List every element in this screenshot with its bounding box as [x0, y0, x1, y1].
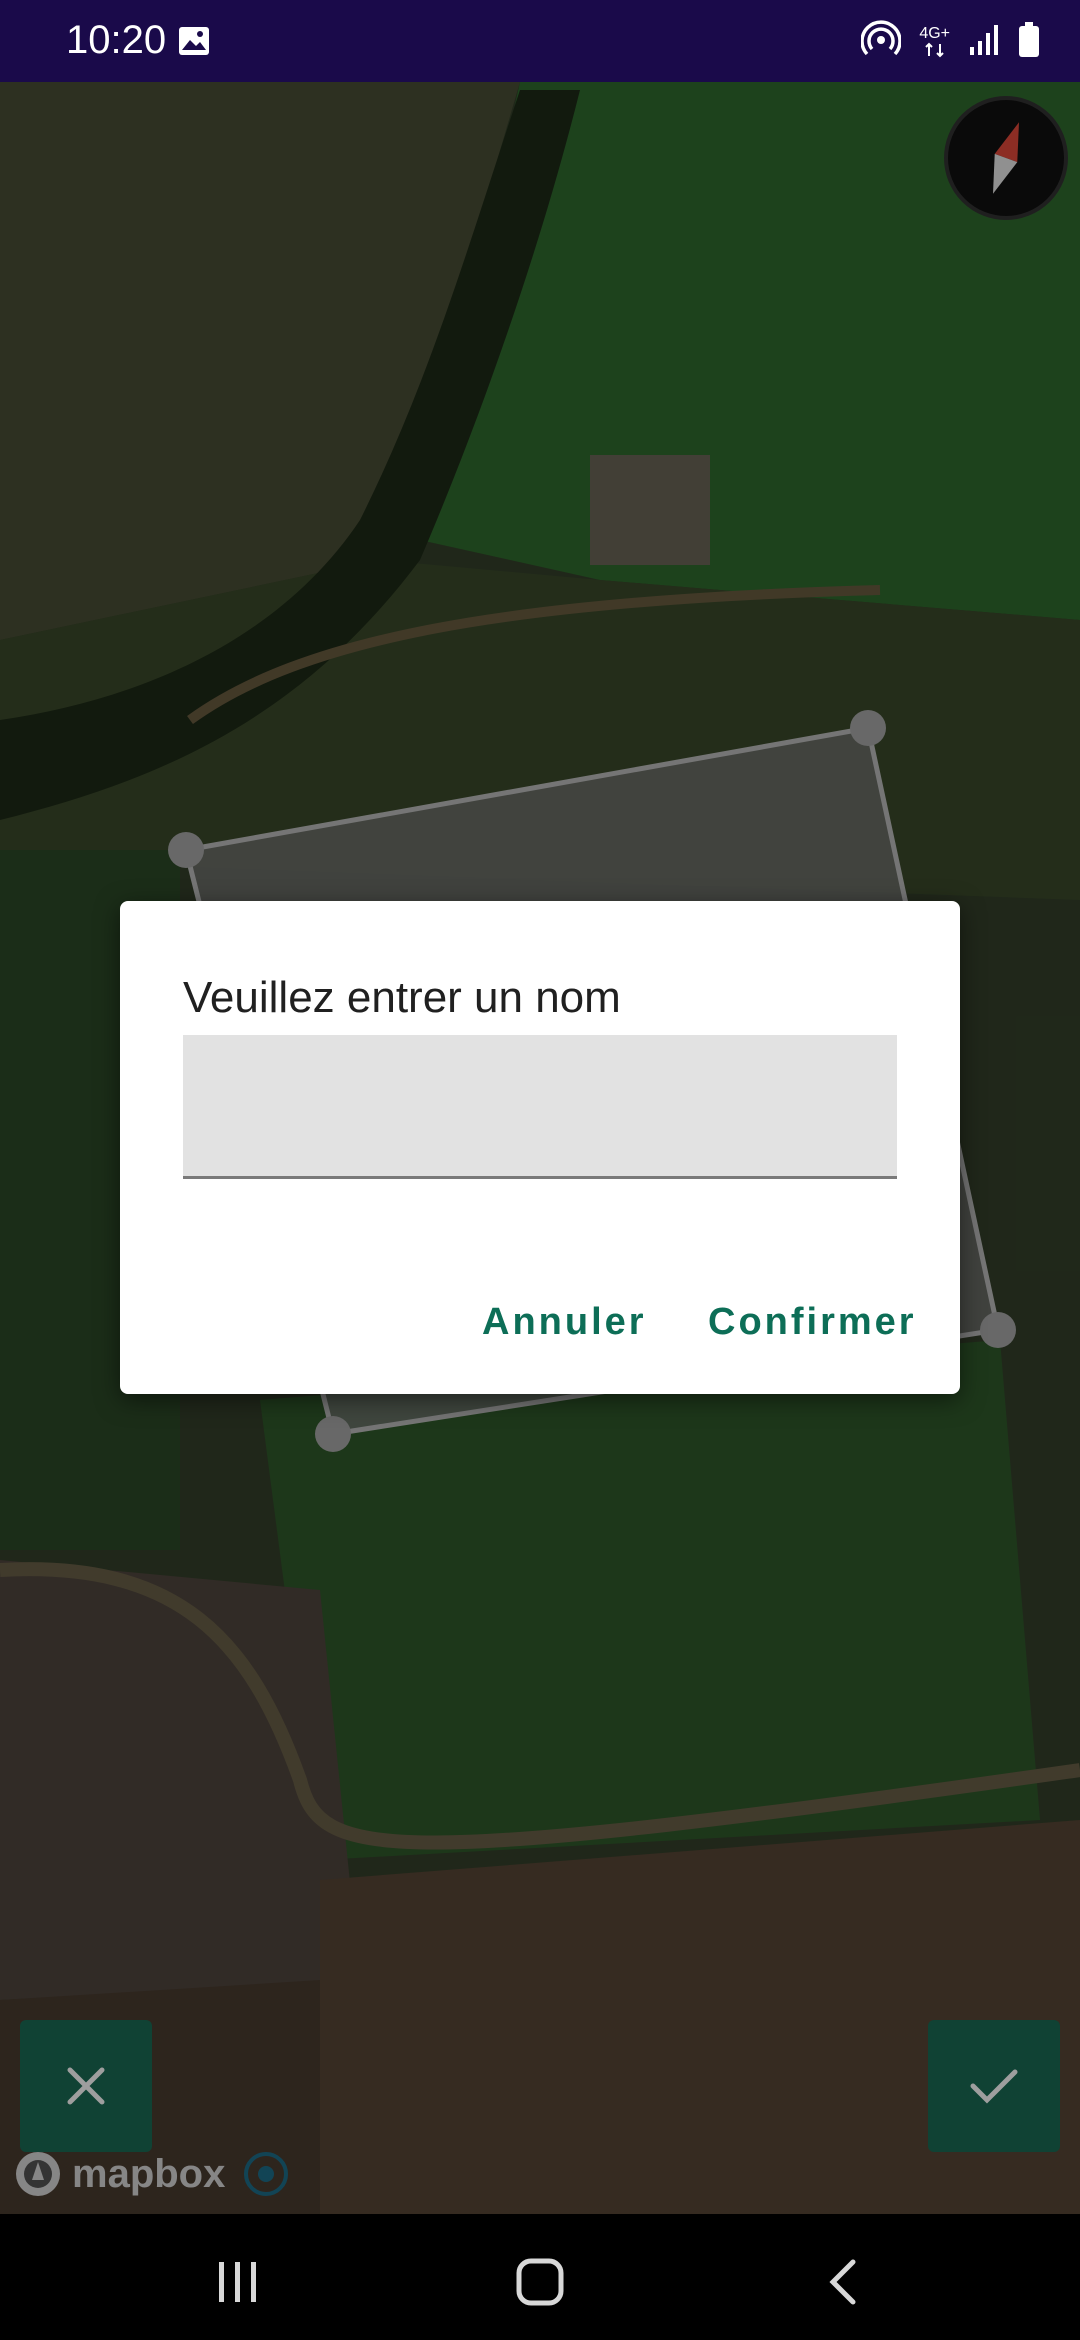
network-indicator: 4G+: [919, 26, 950, 58]
dialog-title: Veuillez entrer un nom: [183, 973, 621, 1022]
back-button[interactable]: [812, 2252, 872, 2312]
status-time: 10:20: [66, 18, 167, 62]
image-icon: [178, 26, 210, 60]
navigation-bar: [0, 2214, 1080, 2340]
name-input[interactable]: [183, 1035, 897, 1179]
network-label: 4G+: [919, 25, 950, 42]
home-icon: [516, 2258, 564, 2306]
name-dialog: Veuillez entrer un nom Annuler Confirmer: [120, 901, 960, 1394]
recents-icon: [219, 2262, 256, 2302]
signal-icon: [968, 23, 1000, 61]
battery-icon: [1018, 22, 1040, 62]
home-button[interactable]: [510, 2252, 570, 2312]
status-bar: 10:20 4G+: [0, 0, 1080, 82]
back-icon: [829, 2259, 856, 2305]
cancel-button[interactable]: Annuler: [482, 1301, 647, 1344]
recents-button[interactable]: [208, 2252, 268, 2312]
hotspot-icon: [860, 20, 903, 64]
confirm-button[interactable]: Confirmer: [708, 1301, 917, 1344]
